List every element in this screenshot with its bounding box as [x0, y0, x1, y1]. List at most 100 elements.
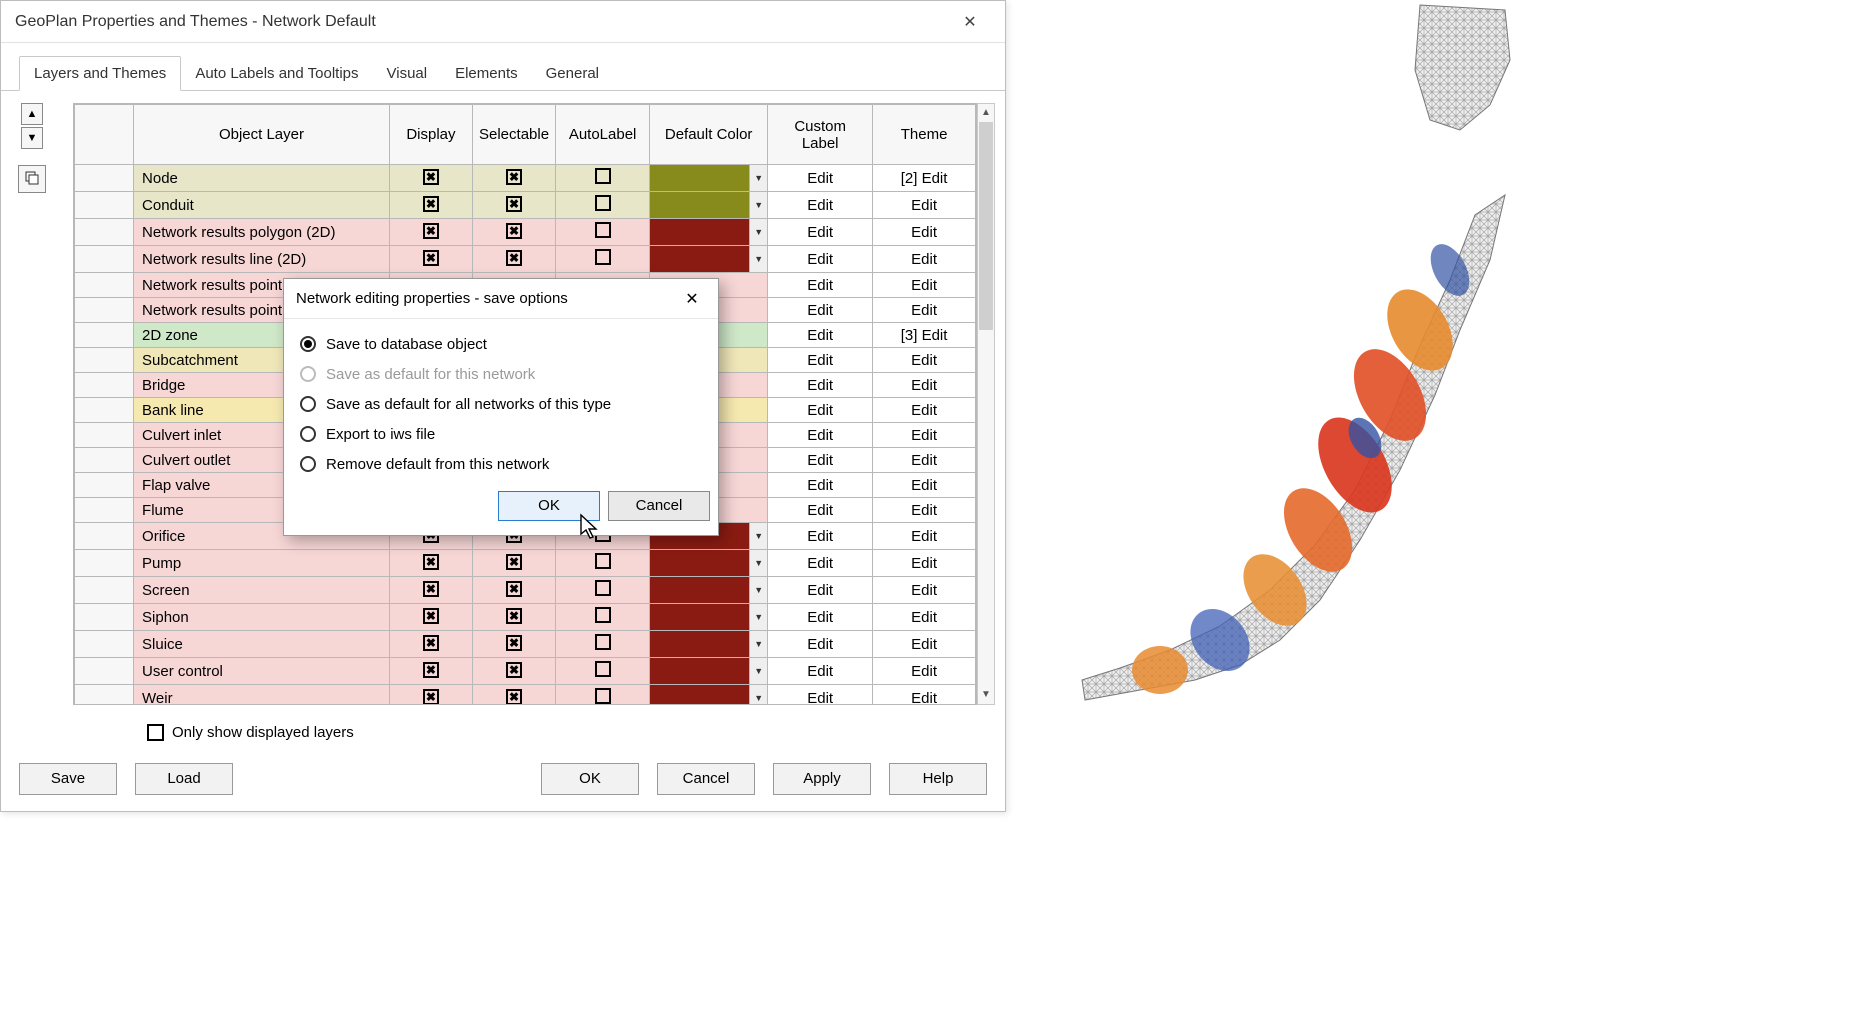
theme-edit-button[interactable]: Edit — [873, 631, 976, 658]
row-handle[interactable] — [75, 373, 134, 398]
save-option-row[interactable]: Save as default for all networks of this… — [300, 389, 702, 419]
disp-checkbox-cell[interactable] — [389, 165, 472, 192]
custom-label-edit-button[interactable]: Edit — [768, 448, 873, 473]
col-selectable[interactable]: Selectable — [472, 105, 555, 165]
sel-checkbox-cell[interactable] — [472, 165, 555, 192]
checkbox-icon[interactable] — [506, 250, 522, 266]
color-swatch[interactable] — [650, 577, 749, 603]
color-swatch[interactable] — [650, 631, 749, 657]
custom-label-edit-button[interactable]: Edit — [768, 298, 873, 323]
custom-label-edit-button[interactable]: Edit — [768, 473, 873, 498]
checkbox-icon[interactable] — [423, 169, 439, 185]
save-button[interactable]: Save — [19, 763, 117, 795]
radio-icon[interactable] — [300, 426, 316, 442]
auto-checkbox-cell[interactable] — [556, 685, 650, 706]
radio-icon[interactable] — [300, 396, 316, 412]
col-theme[interactable]: Theme — [873, 105, 976, 165]
disp-checkbox-cell[interactable] — [389, 219, 472, 246]
theme-edit-button[interactable]: Edit — [873, 273, 976, 298]
theme-edit-button[interactable]: Edit — [873, 473, 976, 498]
color-cell[interactable] — [650, 577, 768, 604]
custom-label-edit-button[interactable]: Edit — [768, 348, 873, 373]
chevron-down-icon[interactable] — [749, 631, 767, 657]
checkbox-icon[interactable] — [423, 635, 439, 651]
checkbox-icon[interactable] — [595, 168, 611, 184]
color-cell[interactable] — [650, 658, 768, 685]
custom-label-edit-button[interactable]: Edit — [768, 165, 873, 192]
custom-label-edit-button[interactable]: Edit — [768, 604, 873, 631]
col-default-color[interactable]: Default Color — [650, 105, 768, 165]
custom-label-edit-button[interactable]: Edit — [768, 323, 873, 348]
copy-button[interactable] — [18, 165, 46, 193]
chevron-down-icon[interactable] — [749, 192, 767, 218]
row-handle[interactable] — [75, 631, 134, 658]
disp-checkbox-cell[interactable] — [389, 631, 472, 658]
auto-checkbox-cell[interactable] — [556, 550, 650, 577]
color-swatch[interactable] — [650, 165, 749, 191]
tab-elements[interactable]: Elements — [441, 57, 532, 90]
checkbox-icon[interactable] — [595, 553, 611, 569]
chevron-down-icon[interactable] — [749, 523, 767, 549]
ok-button[interactable]: OK — [541, 763, 639, 795]
move-up-button[interactable]: ▲ — [21, 103, 43, 125]
custom-label-edit-button[interactable]: Edit — [768, 577, 873, 604]
color-swatch[interactable] — [650, 550, 749, 576]
dialog-cancel-button[interactable]: Cancel — [608, 491, 710, 521]
checkbox-icon[interactable] — [423, 223, 439, 239]
custom-label-edit-button[interactable]: Edit — [768, 631, 873, 658]
auto-checkbox-cell[interactable] — [556, 192, 650, 219]
checkbox-icon[interactable] — [595, 688, 611, 704]
row-handle[interactable] — [75, 658, 134, 685]
auto-checkbox-cell[interactable] — [556, 604, 650, 631]
chevron-down-icon[interactable] — [749, 550, 767, 576]
sel-checkbox-cell[interactable] — [472, 219, 555, 246]
theme-edit-button[interactable]: Edit — [873, 685, 976, 706]
checkbox-icon[interactable] — [506, 554, 522, 570]
tab-visual[interactable]: Visual — [373, 57, 442, 90]
custom-label-edit-button[interactable]: Edit — [768, 398, 873, 423]
row-handle[interactable] — [75, 165, 134, 192]
checkbox-icon[interactable] — [506, 608, 522, 624]
checkbox-icon[interactable] — [423, 689, 439, 705]
theme-edit-button[interactable]: Edit — [873, 498, 976, 523]
color-cell[interactable] — [650, 192, 768, 219]
radio-icon[interactable] — [300, 456, 316, 472]
scroll-thumb[interactable] — [979, 122, 993, 330]
theme-edit-button[interactable]: Edit — [873, 658, 976, 685]
theme-edit-button[interactable]: [2] Edit — [873, 165, 976, 192]
custom-label-edit-button[interactable]: Edit — [768, 550, 873, 577]
custom-label-edit-button[interactable]: Edit — [768, 192, 873, 219]
custom-label-edit-button[interactable]: Edit — [768, 219, 873, 246]
color-swatch[interactable] — [650, 685, 749, 705]
radio-icon[interactable] — [300, 336, 316, 352]
row-handle[interactable] — [75, 423, 134, 448]
color-swatch[interactable] — [650, 658, 749, 684]
row-handle[interactable] — [75, 448, 134, 473]
checkbox-icon[interactable] — [506, 196, 522, 212]
theme-edit-button[interactable]: Edit — [873, 219, 976, 246]
row-handle[interactable] — [75, 219, 134, 246]
sel-checkbox-cell[interactable] — [472, 631, 555, 658]
row-handle[interactable] — [75, 685, 134, 706]
checkbox-icon[interactable] — [506, 635, 522, 651]
color-cell[interactable] — [650, 550, 768, 577]
checkbox-icon[interactable] — [423, 250, 439, 266]
custom-label-edit-button[interactable]: Edit — [768, 658, 873, 685]
chevron-down-icon[interactable] — [749, 165, 767, 191]
custom-label-edit-button[interactable]: Edit — [768, 498, 873, 523]
layer-name-cell[interactable]: Pump — [134, 550, 390, 577]
disp-checkbox-cell[interactable] — [389, 192, 472, 219]
checkbox-icon[interactable] — [595, 634, 611, 650]
layer-name-cell[interactable]: Weir — [134, 685, 390, 706]
layer-name-cell[interactable]: Node — [134, 165, 390, 192]
sel-checkbox-cell[interactable] — [472, 685, 555, 706]
checkbox-icon[interactable] — [423, 196, 439, 212]
row-handle[interactable] — [75, 273, 134, 298]
checkbox-icon[interactable] — [423, 581, 439, 597]
layer-name-cell[interactable]: Network results line (2D) — [134, 246, 390, 273]
checkbox-icon[interactable] — [506, 689, 522, 705]
layer-name-cell[interactable]: User control — [134, 658, 390, 685]
layer-name-cell[interactable]: Siphon — [134, 604, 390, 631]
sel-checkbox-cell[interactable] — [472, 550, 555, 577]
tab-auto-labels-and-tooltips[interactable]: Auto Labels and Tooltips — [181, 57, 372, 90]
